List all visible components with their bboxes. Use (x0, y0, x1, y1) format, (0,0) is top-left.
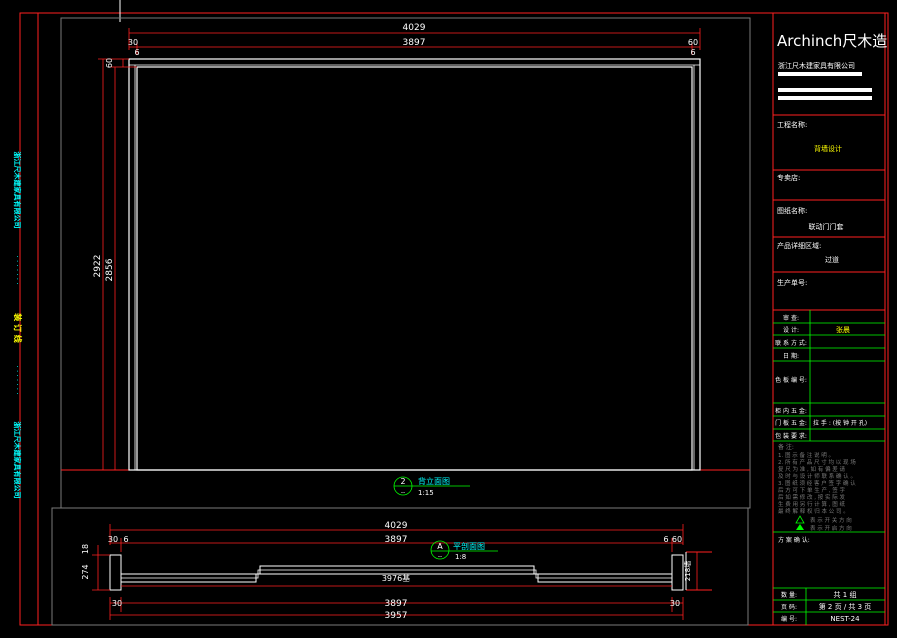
product-value: 过道 (825, 255, 839, 264)
cad-drawing: 浙江尺木建家具有限公司 · · · · · · · 装 订 线 · · · · … (13, 0, 889, 626)
plan-section (109, 551, 712, 591)
plan-dim-bottom-left: 30 (112, 599, 122, 608)
plan-dim-overall: 4029 (385, 521, 408, 531)
elev-label-scale: 1:15 (418, 489, 434, 497)
elev-dim-right-gap: 6 (690, 48, 695, 57)
store-label: 专卖店: (777, 173, 800, 182)
swing-direction-icon (796, 524, 804, 530)
door-value: 拉 手 : (按 钟 开 孔) (813, 419, 867, 427)
notes-title: 备 注: (778, 443, 794, 451)
plan-dim-bottom-right: 30 (670, 599, 680, 608)
qty-label: 数 量: (781, 591, 797, 599)
elevation-label: 2 -- 背立面图 1:15 (393, 476, 470, 497)
design-value: 张晨 (836, 325, 850, 334)
date-label: 日 期: (783, 352, 799, 360)
notes-list: 1. 图 示 备 注 说 明 。 2. 所 有 产 品 尺 寸 均 以 现 场 … (778, 451, 856, 515)
elev-dim-overall: 4029 (403, 23, 426, 33)
plan-label-sub: -- (438, 553, 442, 560)
order-label: 生产单号: (777, 278, 807, 287)
elev-dim-height-inner: 2856 (105, 258, 115, 281)
project-value: 背墙设计 (814, 144, 842, 153)
plan-dim-bottom-inner: 3897 (385, 599, 408, 609)
margin-company-top: 浙江尺木建家具有限公司 (13, 152, 22, 229)
product-label: 产品详细区域: (777, 241, 821, 250)
elev-dim-top: 60 (105, 58, 114, 68)
qty-value: 共 1 组 (834, 590, 857, 599)
note-line: 复 尺 为 准 , 如 有 偏 差 请 (778, 465, 845, 473)
elev-label-number: 2 (400, 477, 405, 486)
plan-dim-right-gap: 6 (663, 535, 668, 544)
elev-dim-left-gap: 6 (134, 48, 139, 57)
design-label: 设 计: (783, 326, 799, 334)
note-line: 生 费 用 另 行 计 算 , 图 纸 (778, 500, 845, 508)
plan-dim-bottom-overall: 3957 (385, 611, 408, 621)
outer-border (19, 12, 889, 626)
plan-dim-inner: 3897 (385, 535, 408, 545)
plan-dim-left-gap: 6 (123, 535, 128, 544)
plan-dim-depth-small: 18 (81, 544, 90, 554)
left-margin-text: 浙江尺木建家具有限公司 · · · · · · · 装 订 线 · · · · … (13, 152, 23, 499)
company-name: 浙江尺木建家具有限公司 (778, 61, 855, 70)
plan-dim-inner-span: 3976基 (382, 573, 410, 583)
page-label: 页 码: (781, 603, 797, 611)
plan-label-title: 平剖面图 (453, 541, 485, 551)
color-label: 色 板 编 号: (775, 376, 807, 384)
plan-dim-right: 60 (672, 535, 682, 544)
plan-label-letter: A (437, 542, 443, 551)
plan-dim-inner-span-suffix: 基 (402, 573, 410, 583)
review-label: 审 查: (783, 314, 799, 322)
drawing-label: 图纸名称: (777, 206, 807, 215)
elev-dim-inner: 3897 (403, 38, 426, 48)
contact-label: 联 系 方 式: (775, 339, 807, 347)
open-direction-icon (795, 515, 805, 524)
note-line: 2. 所 有 产 品 尺 寸 均 以 现 场 (778, 458, 856, 466)
elev-label-title: 背立面图 (418, 476, 450, 486)
confirm-label: 方 案 确 认: (778, 536, 810, 544)
drawing-value: 联动门门套 (809, 222, 844, 231)
number-value: NEST-24 (830, 615, 860, 623)
margin-dots-bottom: · · · · · · · (13, 366, 21, 395)
plan-dim-left: 30 (108, 535, 118, 544)
plan-dim-inner-span-value: 3976 (382, 574, 402, 583)
elev-label-sub: -- (401, 489, 405, 496)
elev-dim-left-offset: 30 (128, 38, 138, 47)
note-line: 最 终 解 释 权 归 本 公 司 。 (778, 507, 849, 515)
note-line: 及 时 与 设 计 师 联 系 确 认 。 (778, 472, 856, 480)
note-line: 1. 图 示 备 注 说 明 。 (778, 451, 834, 459)
plan-dim-right-depth-value: 218 (684, 568, 692, 581)
elevation-dimensions (98, 28, 701, 470)
elevation-viewport (60, 17, 751, 509)
cabinet-label: 柜 内 五 金: (775, 407, 807, 415)
note-line: 后 方 可 下 单 生 产 , 签 字 (778, 486, 845, 494)
plan-dim-right-depth-suffix: 墙 (683, 561, 692, 568)
logo: Archinch尺木造 (777, 32, 887, 50)
project-label: 工程名称: (777, 120, 807, 129)
number-label: 编 号: (781, 615, 797, 623)
surface-label: 包 装 要 求: (775, 432, 807, 440)
door-label: 门 板 五 金: (775, 419, 807, 427)
plan-dim-depth: 274 (81, 564, 90, 579)
door-frame-elevation (128, 58, 701, 471)
plan-dim-right-depth: 218墙 (683, 561, 692, 581)
margin-dots-top: · · · · · · · (13, 256, 21, 285)
elev-dim-right-offset: 60 (688, 38, 698, 47)
margin-binding-line: 装 订 线 (13, 312, 23, 343)
note-line: 后 如 需 修 改 , 按 实 际 发 (778, 493, 845, 501)
plan-label: A -- 平剖面图 1:8 (430, 540, 498, 561)
elev-dim-height-total: 2922 (93, 255, 103, 278)
plan-label-scale: 1:8 (455, 553, 466, 561)
page-value: 第 2 页 / 共 3 页 (819, 602, 872, 611)
margin-company-bottom: 浙江尺木建家具有限公司 (13, 422, 22, 499)
legend-open-direction: 表 示 开 关 方 向 (810, 516, 852, 524)
legend-swing-direction: 表 示 开 启 方 向 (810, 524, 852, 532)
note-line: 3. 图 纸 须 经 客 户 签 字 确 认 (778, 479, 856, 487)
